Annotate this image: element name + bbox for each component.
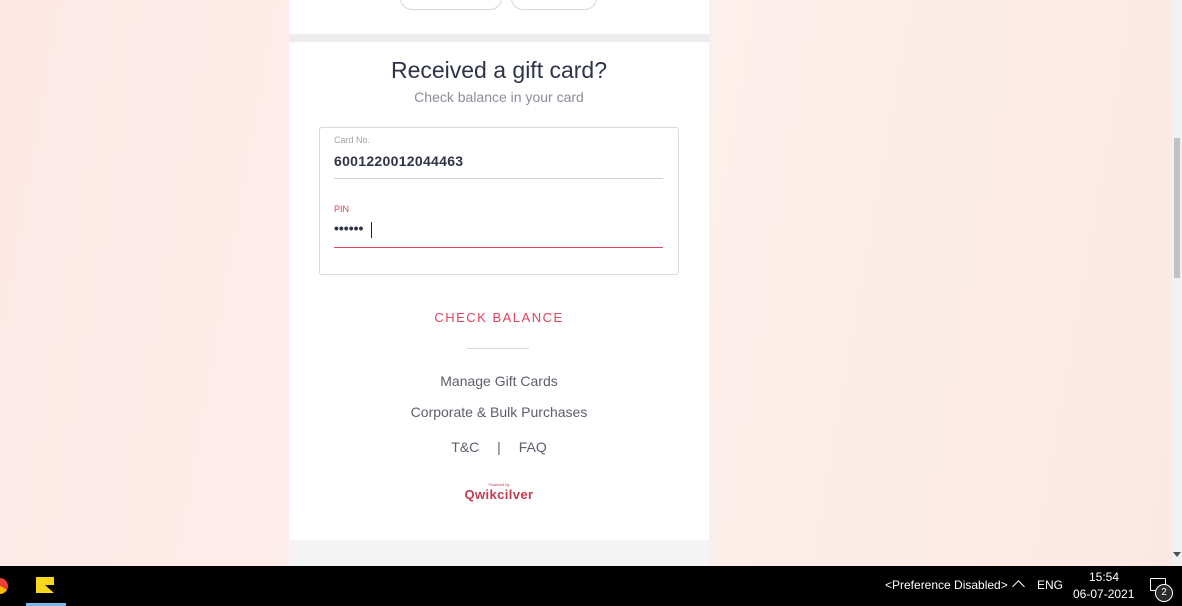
section-divider: [289, 34, 709, 42]
scrollbar-thumb[interactable]: [1174, 138, 1180, 278]
page-title: Received a gift card?: [390, 57, 608, 83]
link-separator: |: [497, 439, 501, 455]
card-form: Card No. 6001220012044463 PIN ••••••: [319, 127, 679, 275]
pin-label: PIN: [334, 204, 350, 214]
check-balance-button[interactable]: CHECK BALANCE: [289, 310, 709, 325]
faq-link[interactable]: FAQ: [519, 439, 547, 455]
corporate-bulk-link[interactable]: Corporate & Bulk Purchases: [289, 404, 709, 420]
chevron-up-icon[interactable]: [1012, 580, 1025, 593]
next-section: [289, 540, 709, 566]
page-subtitle: Check balance in your card: [414, 89, 584, 105]
chrome-icon[interactable]: [0, 578, 8, 594]
clock-date[interactable]: 06-07-2021: [1073, 587, 1134, 601]
sticky-notes-fold: [45, 585, 54, 593]
pin-underline: [334, 247, 663, 248]
pin-input[interactable]: ••••••: [334, 220, 363, 236]
vertical-scrollbar[interactable]: [1172, 0, 1182, 566]
previous-section-button-left[interactable]: [400, 0, 502, 10]
card-number-input[interactable]: 6001220012044463: [334, 153, 463, 169]
scroll-down-icon[interactable]: [1173, 552, 1181, 557]
previous-section: [289, 0, 709, 34]
browser-viewport: Received a gift card? Check balance in y…: [0, 0, 1172, 566]
card-number-label: Card No.: [334, 135, 371, 145]
footer-links: T&C | FAQ: [289, 439, 709, 455]
text-caret: [371, 222, 372, 238]
brand-name: Qwikcilver: [464, 487, 534, 502]
windows-taskbar: <Preference Disabled> ENG 15:54 06-07-20…: [0, 566, 1182, 606]
tnc-link[interactable]: T&C: [451, 439, 479, 455]
language-indicator[interactable]: ENG: [1037, 578, 1063, 592]
qwikcilver-logo: Powered by Qwikcilver: [289, 482, 709, 502]
manage-gift-cards-link[interactable]: Manage Gift Cards: [289, 373, 709, 389]
card-number-underline: [334, 178, 663, 179]
clock-time[interactable]: 15:54: [1089, 570, 1119, 584]
gift-card-balance-panel: Received a gift card? Check balance in y…: [289, 42, 709, 540]
previous-section-button-right[interactable]: [511, 0, 597, 10]
preference-status[interactable]: <Preference Disabled>: [885, 578, 1008, 592]
notification-badge: 2: [1155, 584, 1173, 602]
divider: [467, 348, 529, 349]
